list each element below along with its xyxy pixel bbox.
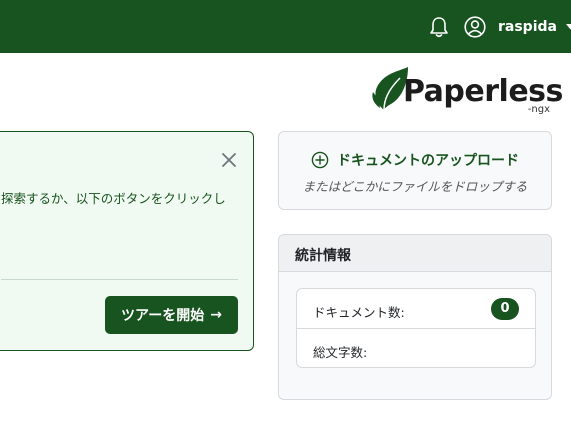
document-count-label: ドキュメント数: xyxy=(313,305,405,320)
caret-down-icon xyxy=(565,24,571,30)
document-count-badge: 0 xyxy=(491,298,519,320)
plus-circle-icon xyxy=(311,151,329,169)
username: raspida xyxy=(498,19,557,35)
start-tour-button[interactable]: ツアーを開始 → xyxy=(105,296,238,334)
list-item-document-count: ドキュメント数: 0 xyxy=(297,289,535,329)
total-characters-label: 総文字数: xyxy=(313,345,368,360)
divider xyxy=(1,279,238,280)
list-item-total-characters: 総文字数: xyxy=(297,329,535,369)
paperless-logo: Paperless -ngx xyxy=(370,66,563,118)
statistics-card: 統計情報 ドキュメント数: 0 総文字数: xyxy=(278,234,552,400)
start-tour-label: ツアーを開始 xyxy=(121,308,205,324)
user-circle-icon xyxy=(464,16,486,38)
welcome-tour-panel: 探索するか、以下のボタンをクリックし ツアーを開始 → xyxy=(0,131,254,351)
upload-title: ドキュメントのアップロード xyxy=(337,153,519,169)
statistics-title: 統計情報 xyxy=(295,248,351,264)
bell-icon[interactable] xyxy=(429,16,449,38)
arrow-right-icon: → xyxy=(210,307,222,323)
close-icon[interactable] xyxy=(221,152,237,168)
upload-documents-card[interactable]: ドキュメントのアップロード またはどこかにファイルをドロップする xyxy=(278,131,552,210)
statistics-header: 統計情報 xyxy=(279,235,551,272)
upload-hint: またはどこかにファイルをドロップする xyxy=(302,179,528,194)
top-navbar: raspida xyxy=(0,0,571,53)
statistics-list: ドキュメント数: 0 総文字数: xyxy=(296,288,536,368)
user-menu[interactable]: raspida xyxy=(464,14,571,40)
welcome-text: 探索するか、以下のボタンをクリックし xyxy=(1,191,226,206)
logo-suffix: -ngx xyxy=(527,104,550,115)
